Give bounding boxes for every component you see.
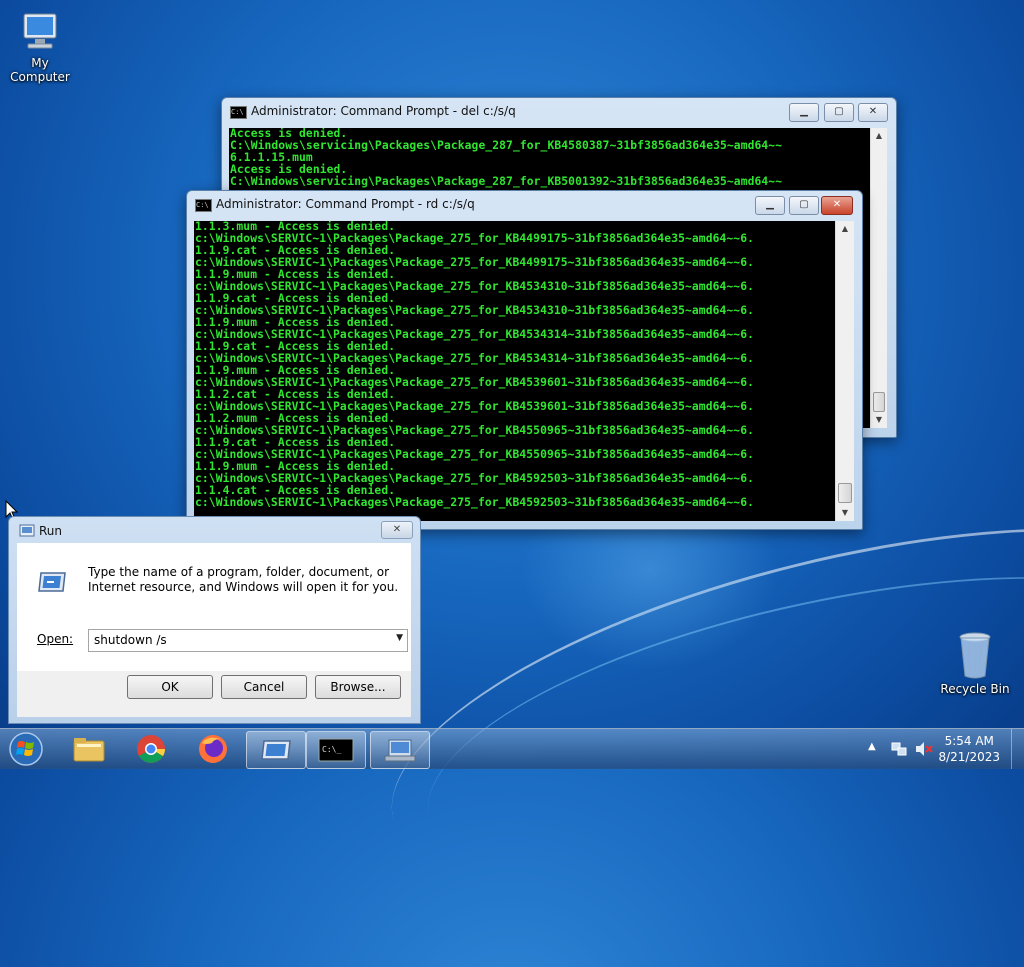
- window-title: Administrator: Command Prompt - rd c:/s/…: [216, 197, 475, 211]
- taskbar-network-app[interactable]: [370, 731, 430, 769]
- network-icon[interactable]: [890, 740, 908, 758]
- cancel-button[interactable]: Cancel: [221, 675, 307, 699]
- folder-icon: [73, 738, 105, 762]
- scroll-down-arrow-icon[interactable]: ▼: [871, 412, 887, 428]
- svg-text:C:\_: C:\_: [322, 745, 341, 754]
- close-button[interactable]: ✕: [381, 521, 413, 539]
- scroll-down-arrow-icon[interactable]: ▼: [836, 505, 854, 521]
- vertical-scrollbar[interactable]: ▲ ▼: [835, 221, 854, 521]
- run-description: Type the name of a program, folder, docu…: [88, 565, 399, 594]
- taskbar-cmd[interactable]: C:\_: [306, 731, 366, 769]
- ok-button[interactable]: OK: [127, 675, 213, 699]
- recycle-bin-icon: [955, 630, 995, 680]
- taskbar-chrome[interactable]: [122, 731, 180, 767]
- title-bar[interactable]: C:\ Administrator: Command Prompt - del …: [222, 98, 896, 124]
- close-button[interactable]: ✕: [821, 196, 853, 215]
- browse-button[interactable]: Browse...: [315, 675, 401, 699]
- run-program-icon: [38, 572, 66, 592]
- run-dialog-content: Type the name of a program, folder, docu…: [17, 543, 411, 671]
- firefox-icon: [199, 735, 227, 763]
- console-window-rd[interactable]: C:\ Administrator: Command Prompt - rd c…: [186, 190, 863, 530]
- show-desktop-button[interactable]: [1011, 729, 1024, 769]
- run-dialog-buttons: OK Cancel Browse...: [17, 671, 411, 717]
- console-output[interactable]: 1.1.3.mum - Access is denied. c:\Windows\…: [194, 221, 836, 521]
- network-computer-icon: [384, 739, 416, 762]
- vertical-scrollbar[interactable]: ▲ ▼: [870, 128, 887, 428]
- clock-date: 8/21/2023: [938, 750, 1000, 764]
- title-bar[interactable]: C:\ Administrator: Command Prompt - rd c…: [187, 191, 862, 217]
- show-hidden-icons-button[interactable]: ▲: [868, 741, 876, 752]
- run-icon: [261, 740, 291, 760]
- maximize-button[interactable]: ▢: [824, 103, 854, 122]
- scroll-up-arrow-icon[interactable]: ▲: [871, 128, 887, 144]
- open-input[interactable]: shutdown /s: [94, 633, 167, 647]
- taskbar-explorer[interactable]: [60, 731, 118, 767]
- dialog-title: Run: [39, 524, 63, 538]
- wallpaper-swoosh: [356, 455, 1024, 967]
- open-label: Open:: [37, 632, 74, 646]
- scroll-up-arrow-icon[interactable]: ▲: [836, 221, 854, 237]
- scroll-thumb[interactable]: [838, 483, 852, 503]
- console-line: C:\Windows\servicing\Packages\Package_28…: [230, 139, 783, 152]
- window-title: Administrator: Command Prompt - del c:/s…: [251, 104, 516, 118]
- console-line: c:\Windows\SERVIC~1\Packages\Package_275…: [195, 496, 755, 509]
- minimize-button[interactable]: ▁: [755, 196, 785, 215]
- taskbar: C:\_ ▲ 5:54 AM 8/21/2023: [0, 728, 1024, 769]
- taskbar-run[interactable]: [246, 731, 306, 769]
- minimize-button[interactable]: ▁: [789, 103, 819, 122]
- desktop-icon-my-computer[interactable]: My Computer: [0, 10, 80, 84]
- open-combobox[interactable]: shutdown /s ▼: [88, 629, 408, 652]
- computer-icon: [18, 10, 62, 54]
- maximize-button[interactable]: ▢: [789, 196, 819, 215]
- chrome-icon: [137, 735, 165, 763]
- cmd-icon: C:\: [230, 106, 247, 119]
- cmd-icon: C:\: [195, 199, 212, 212]
- taskbar-firefox[interactable]: [184, 731, 242, 767]
- run-dialog[interactable]: Run ✕ Type the name of a program, folder…: [8, 516, 421, 724]
- system-clock[interactable]: 5:54 AM 8/21/2023: [938, 733, 1000, 765]
- run-icon: [19, 524, 35, 537]
- scroll-thumb[interactable]: [873, 392, 885, 412]
- start-button[interactable]: [6, 731, 46, 767]
- windows-logo-icon: [9, 732, 43, 766]
- dropdown-arrow-icon[interactable]: ▼: [396, 633, 403, 643]
- cmd-icon: C:\_: [318, 738, 354, 762]
- desktop-icon-label: Recycle Bin: [940, 682, 1010, 696]
- volume-muted-icon[interactable]: [914, 740, 934, 758]
- close-button[interactable]: ✕: [858, 103, 888, 122]
- clock-time: 5:54 AM: [944, 734, 994, 748]
- desktop-icon-recycle-bin[interactable]: Recycle Bin: [935, 630, 1015, 696]
- console-line: C:\Windows\servicing\Packages\Package_28…: [230, 175, 783, 188]
- desktop-icon-label: My Computer: [10, 56, 70, 84]
